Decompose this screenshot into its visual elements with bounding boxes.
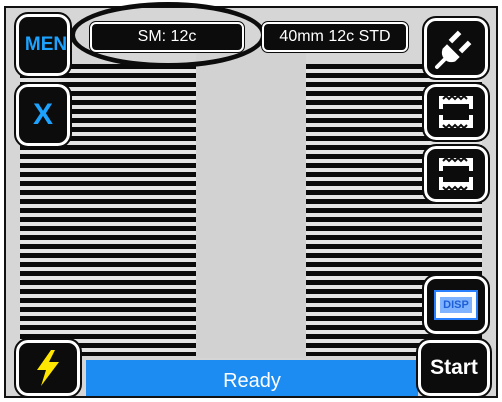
display-button-label: DISP bbox=[440, 297, 472, 313]
status-text: Ready bbox=[223, 370, 281, 392]
menu-button-label: MEN bbox=[24, 34, 68, 55]
start-button[interactable]: Start bbox=[416, 338, 492, 398]
fiber-type-text: SM: 12c bbox=[137, 28, 197, 45]
fiber-type-label[interactable]: SM: 12c bbox=[89, 21, 245, 53]
arc-button[interactable] bbox=[14, 338, 82, 398]
cancel-button-label: X bbox=[32, 98, 53, 131]
power-plug-button[interactable] bbox=[422, 16, 490, 80]
start-button-label: Start bbox=[430, 356, 478, 379]
display-button[interactable]: DISP bbox=[422, 274, 490, 336]
status-bar: Ready bbox=[86, 360, 418, 396]
fiber-gap bbox=[196, 48, 306, 358]
plug-icon bbox=[433, 25, 479, 71]
splicer-screen: MEN X SM: 12c 40mm 12c STD DISP Ready St… bbox=[0, 0, 502, 402]
display-icon: DISP bbox=[434, 290, 478, 320]
lightning-bolt-icon bbox=[31, 348, 65, 388]
heater-button-1[interactable] bbox=[422, 82, 490, 142]
menu-button[interactable]: MEN bbox=[14, 12, 72, 78]
splice-program-text: 40mm 12c STD bbox=[279, 28, 391, 45]
heater-icon bbox=[431, 152, 481, 196]
cancel-button[interactable]: X bbox=[14, 82, 72, 148]
heater-icon bbox=[431, 90, 481, 134]
heater-button-2[interactable] bbox=[422, 144, 490, 204]
splice-program-label[interactable]: 40mm 12c STD bbox=[261, 21, 409, 53]
